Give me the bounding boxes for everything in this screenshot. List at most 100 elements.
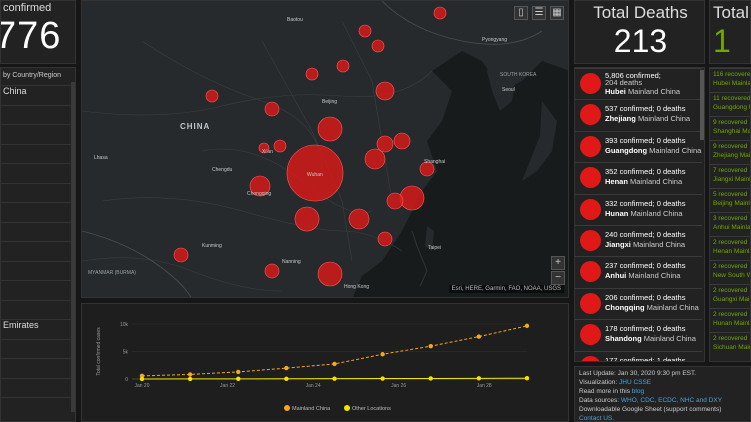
map-legend-icon[interactable]: ☰ [532,6,546,20]
case-bubble[interactable] [371,39,385,53]
case-bubble[interactable] [294,206,320,232]
data-point[interactable] [236,376,241,382]
country-list-item[interactable] [1,143,73,162]
country-name: Mainland China [627,86,681,96]
recovered-list-item[interactable]: 2 recovered Guangxi Mainland China [710,284,750,306]
recovered-list-item[interactable]: 9 recovered Zhejiang Mainland China [710,140,750,162]
map-panel[interactable]: CHINA MYANMAR (BURMA) SOUTH KOREA Hong Kong… [81,0,569,298]
country-list-item[interactable] [1,377,73,396]
y-axis-label: Total confirmed cases [96,327,102,376]
deaths-list-item[interactable]: 332 confirmed; 0 deaths Hunan Mainland Ch… [575,193,702,225]
data-point[interactable] [284,365,289,371]
recovered-list-item[interactable]: 116 recovered Hubei Mainland China [710,68,750,90]
country-list-item[interactable] [1,202,73,220]
sources-links[interactable]: WHO, CDC, ECDC, NHC and DXY [621,397,722,404]
zoom-in-button[interactable]: + [551,256,565,270]
x-tick-label: Jan 28 [477,383,492,389]
basemap-gallery-icon[interactable]: ▦ [550,6,564,20]
map-place-label: CHINA [180,122,210,131]
case-bubble[interactable] [399,185,425,211]
deaths-list-item[interactable]: 237 confirmed; 0 deaths Anhui Mainland Ch… [575,256,702,287]
jhu-csse-link[interactable]: JHU CSSE [619,379,651,386]
country-name: Mainland China [649,145,702,155]
case-bubble[interactable] [273,139,287,153]
map-list-toggle-icon[interactable]: ▯ [514,6,528,20]
case-bubble[interactable] [317,261,343,287]
case-bubble[interactable] [375,81,395,101]
data-point[interactable] [524,376,530,381]
data-point[interactable] [380,376,385,381]
case-bubble[interactable] [264,101,280,117]
deaths-list-item[interactable]: 537 confirmed; 0 deaths Zhejiang Mainland… [575,99,702,130]
case-bubble[interactable] [264,263,280,279]
case-bubble[interactable] [364,148,386,170]
data-point[interactable] [187,372,193,377]
country-list-item[interactable] [1,260,73,279]
case-bubble[interactable] [336,59,350,73]
deaths-list-item[interactable]: 206 confirmed; 0 deaths Chongqing Mainlan… [575,287,702,319]
deaths-list-item[interactable]: 240 confirmed; 0 deaths Jiangxi Mainland … [575,225,702,256]
contact-link[interactable]: Contact US. [579,415,614,421]
data-point[interactable] [428,343,433,349]
country-list-item[interactable] [1,163,73,181]
data-point[interactable] [332,361,337,367]
region-name: Shandong [605,334,642,344]
deaths-list-item[interactable]: 177 confirmed; 1 deathsSichuan Mainland … [575,350,702,361]
zoom-out-button[interactable]: − [551,271,565,285]
case-bubble[interactable] [317,116,343,142]
country-list-item[interactable]: Emirates [1,319,73,337]
deaths-list-item[interactable]: 5,806 confirmed; 204 deaths Hubei Mainland… [575,68,702,99]
google-sheet-link[interactable]: Downloadable Google Sheet (support comme… [579,406,721,413]
recovered-list-item[interactable]: 11 recovered Guangdong Mainland China [710,92,750,114]
recovered-list-item[interactable]: 2 recovered Sichuan Mainland China [710,332,750,354]
data-point[interactable] [524,323,530,329]
country-list-item[interactable]: China [1,85,73,103]
recovered-list-item[interactable]: 2 recovered Hunan Mainland China [710,308,750,330]
recovered-list-item[interactable]: 5 recovered Beijing Mainland China [710,188,750,210]
data-point[interactable] [476,376,482,381]
case-bubble[interactable] [393,132,411,150]
map-canvas[interactable]: CHINA MYANMAR (BURMA) SOUTH KOREA Hong Kong… [82,1,569,298]
legend-label: Other Locations [352,406,391,412]
country-list-item[interactable] [1,280,73,298]
deaths-list-item[interactable]: 352 confirmed; 0 deaths Henan Mainland Ch… [575,162,702,193]
data-point[interactable] [284,376,289,381]
recovered-list-item[interactable]: 2 recovered Henan Mainland China [710,236,750,258]
data-point[interactable] [139,376,145,382]
case-bubble[interactable] [433,6,447,20]
country-list-item[interactable] [1,299,73,318]
deaths-list-item[interactable]: 393 confirmed; 0 deaths Guangdong Mainlan… [575,130,702,162]
case-bubble[interactable] [386,192,404,210]
map-place-label: Beijing [322,99,337,105]
country-list-item[interactable] [1,397,73,415]
country-list-item[interactable] [1,221,73,240]
case-bubble[interactable] [173,247,189,263]
deaths-list-scrollbar[interactable] [700,70,704,140]
country-list-item[interactable] [1,124,73,142]
country-list-item[interactable] [1,358,73,376]
map-place-label: Pyongyang [482,37,507,43]
deaths-list-item[interactable]: 178 confirmed; 0 deaths Shandong Mainland… [575,319,702,350]
data-point[interactable] [332,376,337,381]
case-bubble[interactable] [358,24,372,38]
blog-link[interactable]: blog [632,388,644,395]
country-list-item[interactable] [1,241,73,259]
recovered-list-item[interactable]: 2 recovered New South Wales Australia [710,260,750,282]
case-bubble[interactable] [376,135,394,153]
data-point[interactable] [236,369,241,375]
country-list-item[interactable] [1,182,73,201]
case-bubble[interactable] [305,67,319,81]
case-bubble[interactable] [205,89,219,103]
case-bubble[interactable] [348,208,370,230]
case-bubble[interactable] [377,231,393,247]
country-list-item[interactable] [1,104,73,123]
data-point[interactable] [187,376,193,382]
data-point[interactable] [428,376,433,381]
country-list-item[interactable] [1,338,73,357]
data-point[interactable] [380,352,385,357]
recovered-list-item[interactable]: 3 recovered Anhui Mainland China [710,212,750,234]
data-point[interactable] [476,334,482,339]
recovered-list-item[interactable]: 7 recovered Jiangxi Mainland China [710,164,750,186]
recovered-list-item[interactable]: 9 recovered Shanghai Mainland China [710,116,750,138]
country-list-scrollbar[interactable] [71,82,75,412]
